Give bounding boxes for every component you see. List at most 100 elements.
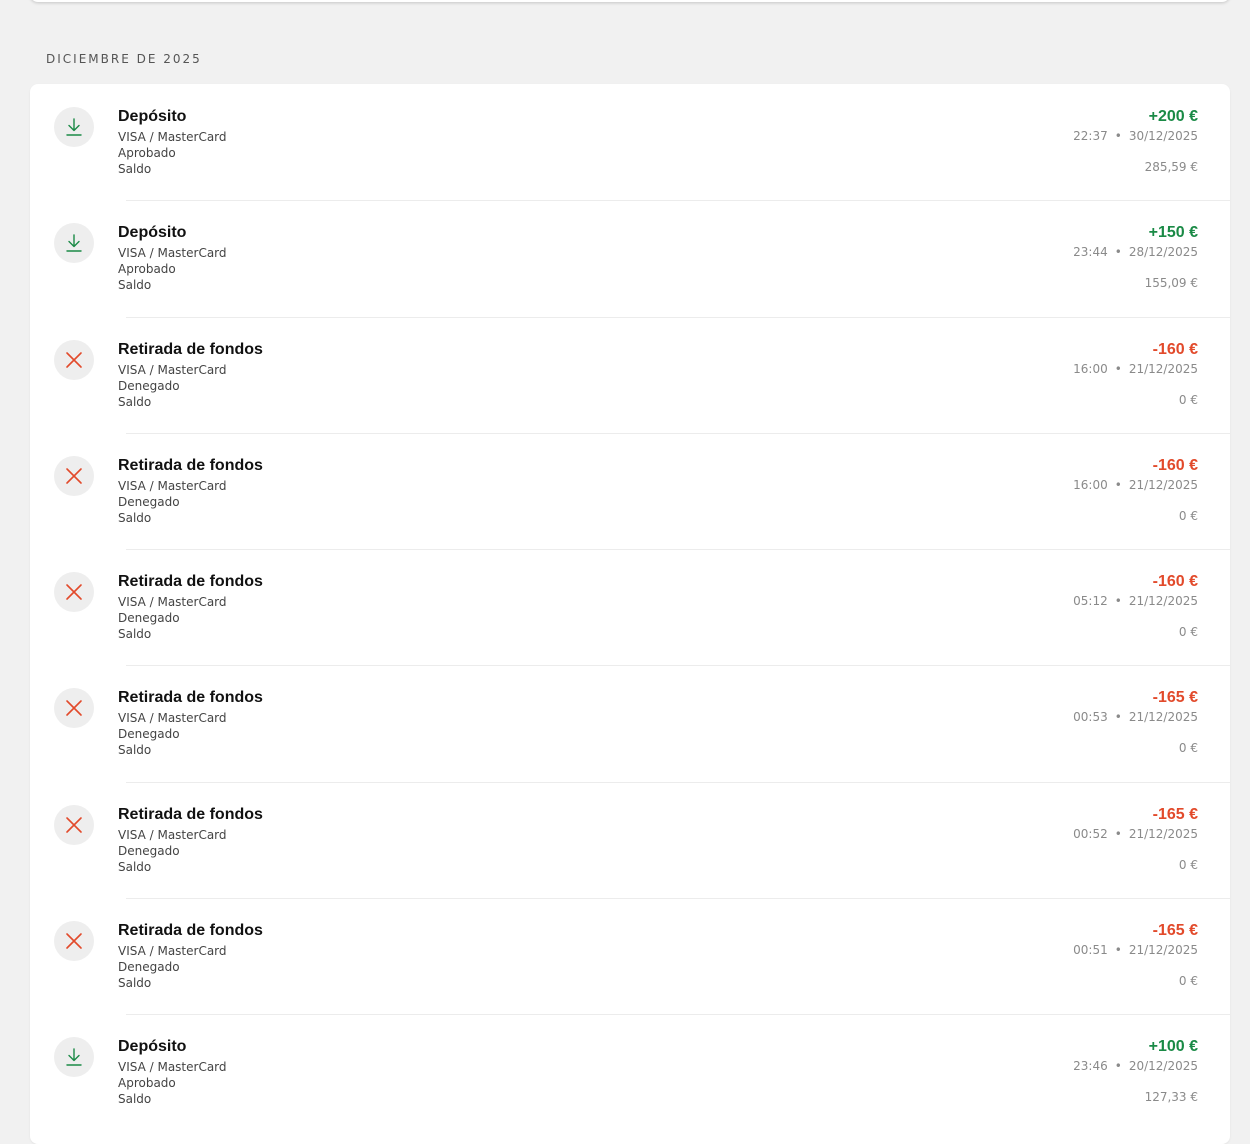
transaction-amount: +150 € <box>1148 224 1198 242</box>
transaction-date: 21/12/2025 <box>1128 826 1198 841</box>
transaction-date: 21/12/2025 <box>1128 477 1198 492</box>
transaction-time: 23:46 <box>1073 1059 1108 1074</box>
transaction-row[interactable]: Retirada de fondos VISA / MasterCard Den… <box>30 316 1230 433</box>
transaction-info: Retirada de fondos VISA / MasterCard Den… <box>118 573 263 642</box>
transaction-info: Retirada de fondos VISA / MasterCard Den… <box>118 457 263 526</box>
transaction-time: 00:51 <box>1073 943 1108 958</box>
transaction-row[interactable]: Depósito VISA / MasterCard Aprobado Sald… <box>30 1014 1230 1130</box>
transaction-title: Retirada de fondos <box>118 456 263 474</box>
transaction-time: 23:44 <box>1073 245 1108 260</box>
balance-label: Saldo <box>118 976 152 991</box>
transaction-method: VISA / MasterCard <box>118 595 227 610</box>
download-icon <box>54 1037 94 1078</box>
close-icon <box>54 572 94 613</box>
close-icon <box>54 804 94 845</box>
transaction-datetime: 16:00 • 21/12/2025 <box>1073 477 1198 493</box>
transaction-info: Retirada de fondos VISA / MasterCard Den… <box>118 341 263 410</box>
transaction-balance: 0 € <box>1178 625 1198 640</box>
transaction-summary: +150 € 23:44 • 28/12/2025 155,09 € <box>1073 224 1198 291</box>
transaction-amount: +100 € <box>1148 1038 1198 1056</box>
transaction-time: 16:00 <box>1073 361 1108 376</box>
transaction-info: Depósito VISA / MasterCard Aprobado Sald… <box>118 224 227 293</box>
close-icon <box>54 339 94 380</box>
transaction-method: VISA / MasterCard <box>118 711 227 726</box>
transaction-row[interactable]: Retirada de fondos VISA / MasterCard Den… <box>30 432 1230 549</box>
transaction-title: Depósito <box>118 108 187 125</box>
transaction-date: 28/12/2025 <box>1128 245 1198 260</box>
close-icon <box>54 921 94 962</box>
transaction-date: 21/12/2025 <box>1128 594 1198 609</box>
transaction-amount: -160 € <box>1152 340 1198 358</box>
transaction-summary: -160 € 16:00 • 21/12/2025 0 € <box>1073 341 1198 408</box>
transaction-datetime: 23:44 • 28/12/2025 <box>1073 244 1198 260</box>
transaction-title: Depósito <box>118 224 187 242</box>
transaction-row[interactable]: Retirada de fondos VISA / MasterCard Den… <box>30 781 1230 898</box>
transaction-summary: -165 € 00:51 • 21/12/2025 0 € <box>1073 922 1198 989</box>
transaction-row[interactable]: Depósito VISA / MasterCard Aprobado Sald… <box>30 200 1230 316</box>
transaction-datetime: 23:46 • 20/12/2025 <box>1073 1058 1198 1074</box>
transaction-row[interactable]: Retirada de fondos VISA / MasterCard Den… <box>30 898 1230 1014</box>
transaction-summary: -165 € 00:52 • 21/12/2025 0 € <box>1073 806 1198 873</box>
transaction-row[interactable]: Retirada de fondos VISA / MasterCard Den… <box>30 665 1230 781</box>
separator-dot: • <box>1114 710 1122 725</box>
separator-dot: • <box>1114 943 1122 958</box>
transaction-summary: -160 € 16:00 • 21/12/2025 0 € <box>1073 457 1198 524</box>
transaction-method: VISA / MasterCard <box>118 362 227 377</box>
transaction-method: VISA / MasterCard <box>118 246 227 261</box>
transaction-datetime: 05:12 • 21/12/2025 <box>1073 593 1198 609</box>
transaction-info: Retirada de fondos VISA / MasterCard Den… <box>118 689 263 758</box>
transaction-date: 21/12/2025 <box>1128 943 1198 958</box>
transaction-row[interactable]: Retirada de fondos VISA / MasterCard Den… <box>30 549 1230 665</box>
transaction-balance: 0 € <box>1178 741 1198 756</box>
balance-label: Saldo <box>118 162 152 176</box>
transaction-time: 00:52 <box>1073 826 1108 841</box>
transaction-balance: 0 € <box>1178 508 1198 523</box>
transaction-method: VISA / MasterCard <box>118 130 227 144</box>
separator-dot: • <box>1114 1059 1122 1074</box>
transaction-status: Aprobado <box>118 262 176 277</box>
transaction-method: VISA / MasterCard <box>118 944 227 959</box>
transaction-amount: -165 € <box>1152 689 1198 707</box>
separator-dot: • <box>1114 477 1122 492</box>
separator-dot: • <box>1114 129 1122 143</box>
transaction-method: VISA / MasterCard <box>118 1060 227 1075</box>
download-icon <box>54 223 94 264</box>
transaction-row[interactable]: Depósito VISA / MasterCard Aprobado Sald… <box>30 84 1230 200</box>
balance-label: Saldo <box>118 743 152 758</box>
balance-label: Saldo <box>118 510 152 525</box>
transaction-time: 00:53 <box>1073 710 1108 725</box>
transaction-datetime: 00:52 • 21/12/2025 <box>1073 826 1198 842</box>
transaction-balance: 0 € <box>1178 392 1198 407</box>
transaction-status: Denegado <box>118 843 180 858</box>
transaction-status: Denegado <box>118 727 180 742</box>
transaction-time: 22:37 <box>1073 129 1108 143</box>
transaction-amount: -160 € <box>1152 573 1198 591</box>
transaction-datetime: 16:00 • 21/12/2025 <box>1073 361 1198 377</box>
transaction-info: Retirada de fondos VISA / MasterCard Den… <box>118 806 263 875</box>
transaction-balance: 0 € <box>1178 974 1198 989</box>
balance-label: Saldo <box>118 278 152 293</box>
transaction-info: Retirada de fondos VISA / MasterCard Den… <box>118 922 263 991</box>
transaction-title: Retirada de fondos <box>118 805 263 823</box>
month-heading: DICIEMBRE DE 2025 <box>46 52 202 66</box>
transaction-title: Depósito <box>118 1038 187 1056</box>
transaction-amount: -165 € <box>1152 805 1198 823</box>
balance-label: Saldo <box>118 1092 152 1107</box>
transaction-time: 16:00 <box>1073 477 1108 492</box>
transaction-summary: +100 € 23:46 • 20/12/2025 127,33 € <box>1073 1038 1198 1105</box>
transaction-date: 20/12/2025 <box>1128 1059 1198 1074</box>
transaction-status: Denegado <box>118 494 180 509</box>
transaction-status: Denegado <box>118 611 180 626</box>
separator-dot: • <box>1114 245 1122 260</box>
separator-dot: • <box>1114 594 1122 609</box>
previous-card <box>30 0 1230 2</box>
transaction-title: Retirada de fondos <box>118 573 263 591</box>
balance-label: Saldo <box>118 394 152 409</box>
transaction-status: Denegado <box>118 960 180 975</box>
transaction-amount: +200 € <box>1148 108 1198 125</box>
transaction-method: VISA / MasterCard <box>118 478 227 493</box>
close-icon <box>54 455 94 496</box>
download-icon <box>54 107 94 147</box>
transaction-list: Depósito VISA / MasterCard Aprobado Sald… <box>30 84 1230 1144</box>
transaction-summary: -160 € 05:12 • 21/12/2025 0 € <box>1073 573 1198 640</box>
